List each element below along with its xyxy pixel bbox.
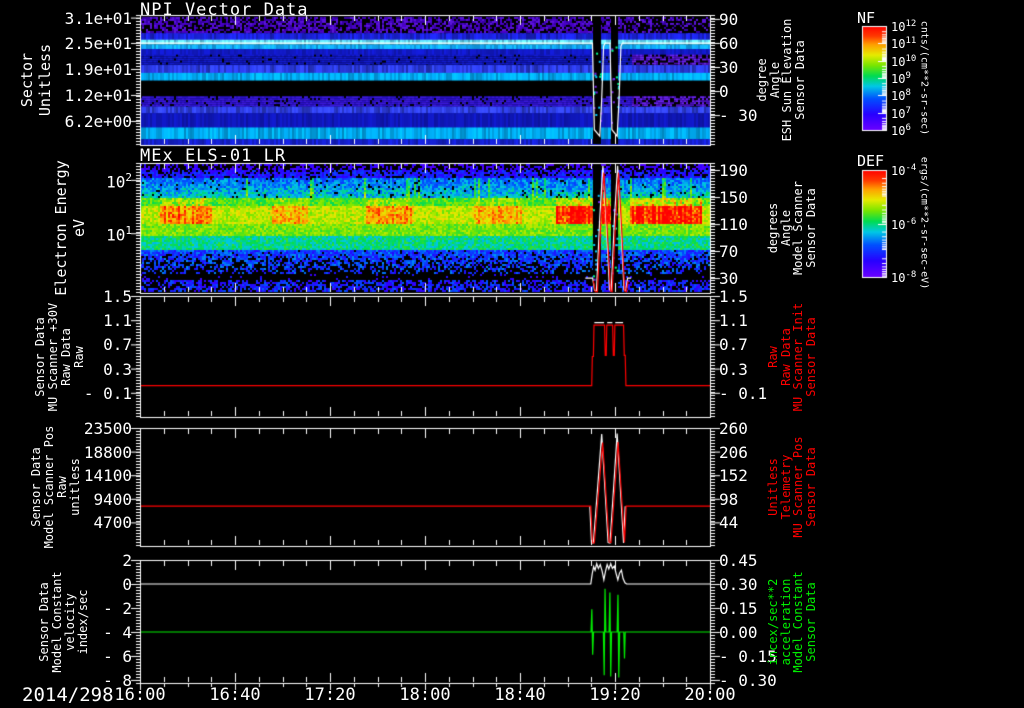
- panel-right-axis-label: degree Angle ESH Sun Elevation Sensor Da…: [756, 19, 806, 142]
- panel-right-axis-label: Unitless Telemetry MU Scanner Pos Sensor…: [767, 436, 817, 537]
- colorbar-tick-label: 109: [891, 71, 911, 86]
- colorbar-def-units-label: ergs/(cm**2-sr-sec-eV): [919, 157, 930, 289]
- y-tick-label-right: 150: [719, 188, 748, 207]
- y-tick-label-left: 3.1e+01: [32, 9, 132, 28]
- y-tick-label-left: - 8: [32, 671, 132, 690]
- y-tick-label-right: 1.1: [719, 311, 748, 330]
- panel-right-axis-label: incex/sec**2 acceleration Model Constant…: [767, 571, 817, 672]
- colorbar-tick-label: 108: [891, 88, 911, 103]
- panel-left-axis-label: Sensor Data Model Scanner Pos Raw unitle…: [30, 426, 82, 549]
- x-tick-label: 19:20: [573, 685, 657, 705]
- panel-left-axis-label: Sensor Data MU Scanner +30V Raw Data Raw: [34, 302, 86, 410]
- x-tick-label: 18:00: [383, 685, 467, 705]
- colorbar-tick-label: 107: [891, 106, 911, 121]
- panel-right-axis-label: degrees Angle Model Scanner Sensor Data: [767, 181, 817, 275]
- y-tick-label-right: 30: [719, 269, 738, 288]
- y-tick-label-right: 0.15: [719, 599, 758, 618]
- y-tick-label-right: - 30: [719, 106, 758, 125]
- y-tick-label-right: 30: [719, 58, 738, 77]
- y-tick-label-right: 0: [719, 82, 729, 101]
- colorbar-nf-title: NF: [857, 9, 875, 27]
- panel1-title: NPI Vector Data: [140, 0, 309, 20]
- y-tick-label-right: 0.30: [719, 575, 758, 594]
- y-tick-label-left: 2: [32, 551, 132, 570]
- panel-left-axis-label: Sector Unitless: [18, 44, 54, 116]
- y-tick-label-right: 0.00: [719, 623, 758, 642]
- y-tick-label-right: - 0.30: [719, 671, 777, 690]
- y-tick-label-right: 260: [719, 419, 748, 438]
- y-tick-label-right: 0.7: [719, 335, 748, 354]
- colorbar-tick-label: 106: [891, 123, 911, 138]
- colorbar-tick-label: 10-6: [891, 217, 916, 232]
- y-tick-label-right: 98: [719, 490, 738, 509]
- y-tick-label-right: 90: [719, 10, 738, 29]
- x-tick-label: 16:40: [193, 685, 277, 705]
- y-tick-label-right: 190: [719, 161, 748, 180]
- colorbar-tick-label: 1010: [891, 54, 916, 69]
- plot-canvas: [0, 0, 1024, 708]
- plot-screen: NPI Vector Data MEx ELS-01 LR 2014/298 N…: [0, 0, 1024, 708]
- y-tick-label-right: 152: [719, 466, 748, 485]
- y-tick-label-right: 44: [719, 513, 738, 532]
- panel-right-axis-label: Raw Raw Data MU Scanner Init Sensor Data: [767, 302, 817, 410]
- colorbar-tick-label: 10-8: [891, 270, 916, 285]
- colorbar-def-title: DEF: [857, 152, 884, 170]
- y-tick-label-right: 0.3: [719, 360, 748, 379]
- x-tick-label: 17:20: [288, 685, 372, 705]
- colorbar-tick-label: 10-4: [891, 163, 916, 178]
- panel-left-axis-label: Sensor Data Model Constant velocity inde…: [38, 571, 90, 672]
- panel-left-axis-label: Electron Energy eV: [52, 160, 88, 295]
- y-tick-label-right: 110: [719, 215, 748, 234]
- colorbar-nf-units-label: cnts/(cm**2-sr-sec): [919, 21, 930, 135]
- y-tick-label-right: 1.5: [719, 287, 748, 306]
- y-tick-label-right: 206: [719, 443, 748, 462]
- y-tick-label-right: - 0.1: [719, 384, 767, 403]
- y-tick-label-right: 70: [719, 242, 738, 261]
- y-tick-label-right: 60: [719, 34, 738, 53]
- colorbar-tick-label: 1011: [891, 36, 916, 51]
- y-tick-label-right: 0.45: [719, 551, 758, 570]
- colorbar-tick-label: 1012: [891, 19, 916, 34]
- panel2-title: MEx ELS-01 LR: [140, 146, 286, 166]
- x-tick-label: 18:40: [478, 685, 562, 705]
